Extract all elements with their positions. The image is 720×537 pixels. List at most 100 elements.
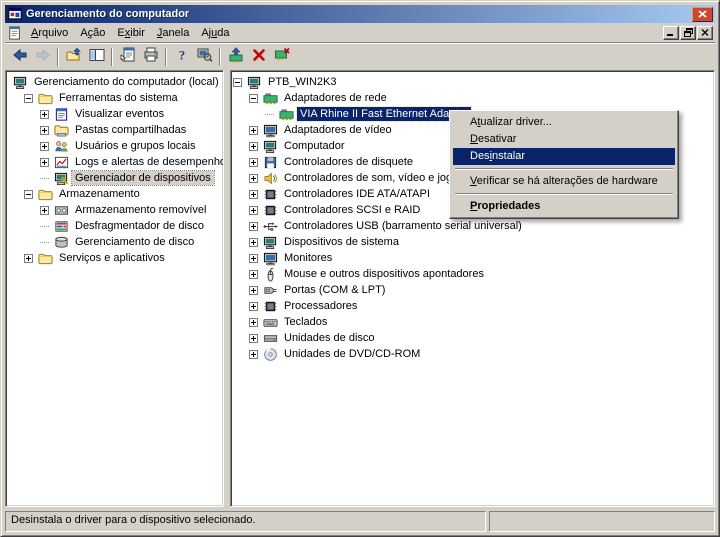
mdi-restore-button[interactable] xyxy=(680,26,696,40)
panes-icon xyxy=(89,47,105,66)
tree-item-gerenciador-de-dispositivos[interactable]: Gerenciador de dispositivos xyxy=(8,170,223,186)
expander-plus-icon[interactable] xyxy=(249,334,260,343)
expander-minus-icon[interactable] xyxy=(24,94,35,103)
show-hide-console-tree-button[interactable] xyxy=(85,46,108,68)
scan-hardware-changes-button[interactable] xyxy=(193,46,216,68)
print-button[interactable] xyxy=(139,46,162,68)
expander-plus-icon[interactable] xyxy=(40,206,51,215)
sound-icon xyxy=(262,170,278,186)
menu-ajuda[interactable]: Ajuda xyxy=(195,25,235,41)
tree-indent xyxy=(8,194,24,195)
expander-plus-icon[interactable] xyxy=(249,126,260,135)
menubar: ArquivoAçãoExibirJanelaAjuda xyxy=(5,23,715,43)
tree-item-usuarios-e-grupos-locais[interactable]: Usuários e grupos locais xyxy=(8,138,223,154)
tree-item-label: Unidades de DVD/CD-ROM xyxy=(281,347,423,361)
expander-plus-icon[interactable] xyxy=(40,110,51,119)
context-menu-item-desativar[interactable]: Desativar xyxy=(453,131,675,148)
tree-item-gerenciamento-do-computador-local[interactable]: Gerenciamento do computador (local) xyxy=(8,74,223,90)
uninstall-device-button[interactable] xyxy=(270,46,293,68)
tree-item-unidades-de-dvd-cd-rom[interactable]: Unidades de DVD/CD-ROM xyxy=(233,346,714,362)
tree-indent xyxy=(233,306,249,307)
tree-item-teclados[interactable]: Teclados xyxy=(233,314,714,330)
tree-item-armazenamento[interactable]: Armazenamento xyxy=(8,186,223,202)
back-button[interactable] xyxy=(8,46,31,68)
disable-device-button[interactable] xyxy=(247,46,270,68)
menu-exibir[interactable]: Exibir xyxy=(111,25,151,41)
tree-item-controladores-usb-barramento-serial-universal[interactable]: Controladores USB (barramento serial uni… xyxy=(233,218,714,234)
context-menu-item-verificar-se-ha-alteracoes-de-hardware[interactable]: Verificar se há alterações de hardware xyxy=(453,173,675,190)
tree-item-processadores[interactable]: Processadores xyxy=(233,298,714,314)
floppy-icon xyxy=(262,154,278,170)
tree-item-unidades-de-disco[interactable]: Unidades de disco xyxy=(233,330,714,346)
tree-item-label: Processadores xyxy=(281,299,360,313)
expander-plus-icon[interactable] xyxy=(249,158,260,167)
mdi-close-button[interactable] xyxy=(697,26,713,40)
context-menu-item-atualizar-driver[interactable]: Atualizar driver... xyxy=(453,114,675,131)
expander-plus-icon[interactable] xyxy=(40,142,51,151)
tree-item-logs-e-alertas-de-desempenho[interactable]: Logs e alertas de desempenho xyxy=(8,154,223,170)
tree-indent xyxy=(8,114,40,115)
tree-item-servicos-e-aplicativos[interactable]: Serviços e aplicativos xyxy=(8,250,223,266)
tree-item-pastas-compartilhadas[interactable]: Pastas compartilhadas xyxy=(8,122,223,138)
mdi-minimize-button[interactable] xyxy=(663,26,679,40)
expander-minus-icon[interactable] xyxy=(24,190,35,199)
expander-plus-icon[interactable] xyxy=(40,158,51,167)
tree-indent xyxy=(233,130,249,131)
tree-item-mouse-e-outros-dispositivos-apontadores[interactable]: Mouse e outros dispositivos apontadores xyxy=(233,266,714,282)
computer-management-window: Gerenciamento do computador ArquivoAçãoE… xyxy=(0,0,720,537)
expander-plus-icon[interactable] xyxy=(249,254,260,263)
tree-item-monitores[interactable]: Monitores xyxy=(233,250,714,266)
tree-item-label: PTB_WIN2K3 xyxy=(265,75,339,89)
context-menu-item-propriedades[interactable]: Propriedades xyxy=(453,198,675,215)
disable-icon xyxy=(251,47,267,66)
chip-icon xyxy=(262,298,278,314)
expander-plus-icon[interactable] xyxy=(249,174,260,183)
tree-item-adaptadores-de-rede[interactable]: Adaptadores de rede xyxy=(233,90,714,106)
menu-arquivo[interactable]: Arquivo xyxy=(25,25,74,41)
properties-button[interactable] xyxy=(116,46,139,68)
expander-minus-icon[interactable] xyxy=(233,78,244,87)
mouse-icon xyxy=(262,266,278,282)
tree-item-visualizar-eventos[interactable]: Visualizar eventos xyxy=(8,106,223,122)
tree-item-armazenamento-removivel[interactable]: Armazenamento removível xyxy=(8,202,223,218)
tree-item-ferramentas-do-sistema[interactable]: Ferramentas do sistema xyxy=(8,90,223,106)
tree-indent xyxy=(8,210,40,211)
toolbar-separator xyxy=(111,48,113,66)
ports-icon xyxy=(262,282,278,298)
expander-plus-icon[interactable] xyxy=(40,126,51,135)
expander-plus-icon[interactable] xyxy=(249,206,260,215)
cdrom-icon xyxy=(262,346,278,362)
toolbar-separator xyxy=(57,48,59,66)
expander-plus-icon[interactable] xyxy=(249,350,260,359)
titlebar[interactable]: Gerenciamento do computador xyxy=(5,5,715,23)
tree-item-ptb-win2k3[interactable]: PTB_WIN2K3 xyxy=(233,74,714,90)
tree-item-desfragmentador-de-disco[interactable]: Desfragmentador de disco xyxy=(8,218,223,234)
hdd-icon xyxy=(262,330,278,346)
expander-plus-icon[interactable] xyxy=(249,238,260,247)
help-button[interactable]: ? xyxy=(170,46,193,68)
close-button[interactable] xyxy=(692,7,713,22)
expander-plus-icon[interactable] xyxy=(249,318,260,327)
tree-item-label: Serviços e aplicativos xyxy=(56,251,168,265)
computer-management-icon xyxy=(7,6,23,22)
expander-plus-icon[interactable] xyxy=(249,222,260,231)
tree-item-dispositivos-de-sistema[interactable]: Dispositivos de sistema xyxy=(233,234,714,250)
context-menu-item-desinstalar[interactable]: Desinstalar xyxy=(453,148,675,165)
expander-plus-icon[interactable] xyxy=(249,142,260,151)
update-driver-button[interactable] xyxy=(224,46,247,68)
expander-plus-icon[interactable] xyxy=(249,190,260,199)
svg-text:?: ? xyxy=(178,48,185,63)
up-level-button[interactable] xyxy=(62,46,85,68)
forward-button[interactable] xyxy=(31,46,54,68)
menu-janela[interactable]: Janela xyxy=(151,25,195,41)
expander-plus-icon[interactable] xyxy=(24,254,35,263)
expander-minus-icon[interactable] xyxy=(249,94,260,103)
tree-item-portas-com-lpt[interactable]: Portas (COM & LPT) xyxy=(233,282,714,298)
expander-plus-icon[interactable] xyxy=(249,302,260,311)
tree-indent xyxy=(233,226,249,227)
expander-plus-icon[interactable] xyxy=(249,286,260,295)
menu-acao[interactable]: Ação xyxy=(74,25,111,41)
expander-plus-icon[interactable] xyxy=(249,270,260,279)
tree-item-label: Dispositivos de sistema xyxy=(281,235,402,249)
tree-item-gerenciamento-de-disco[interactable]: Gerenciamento de disco xyxy=(8,234,223,250)
